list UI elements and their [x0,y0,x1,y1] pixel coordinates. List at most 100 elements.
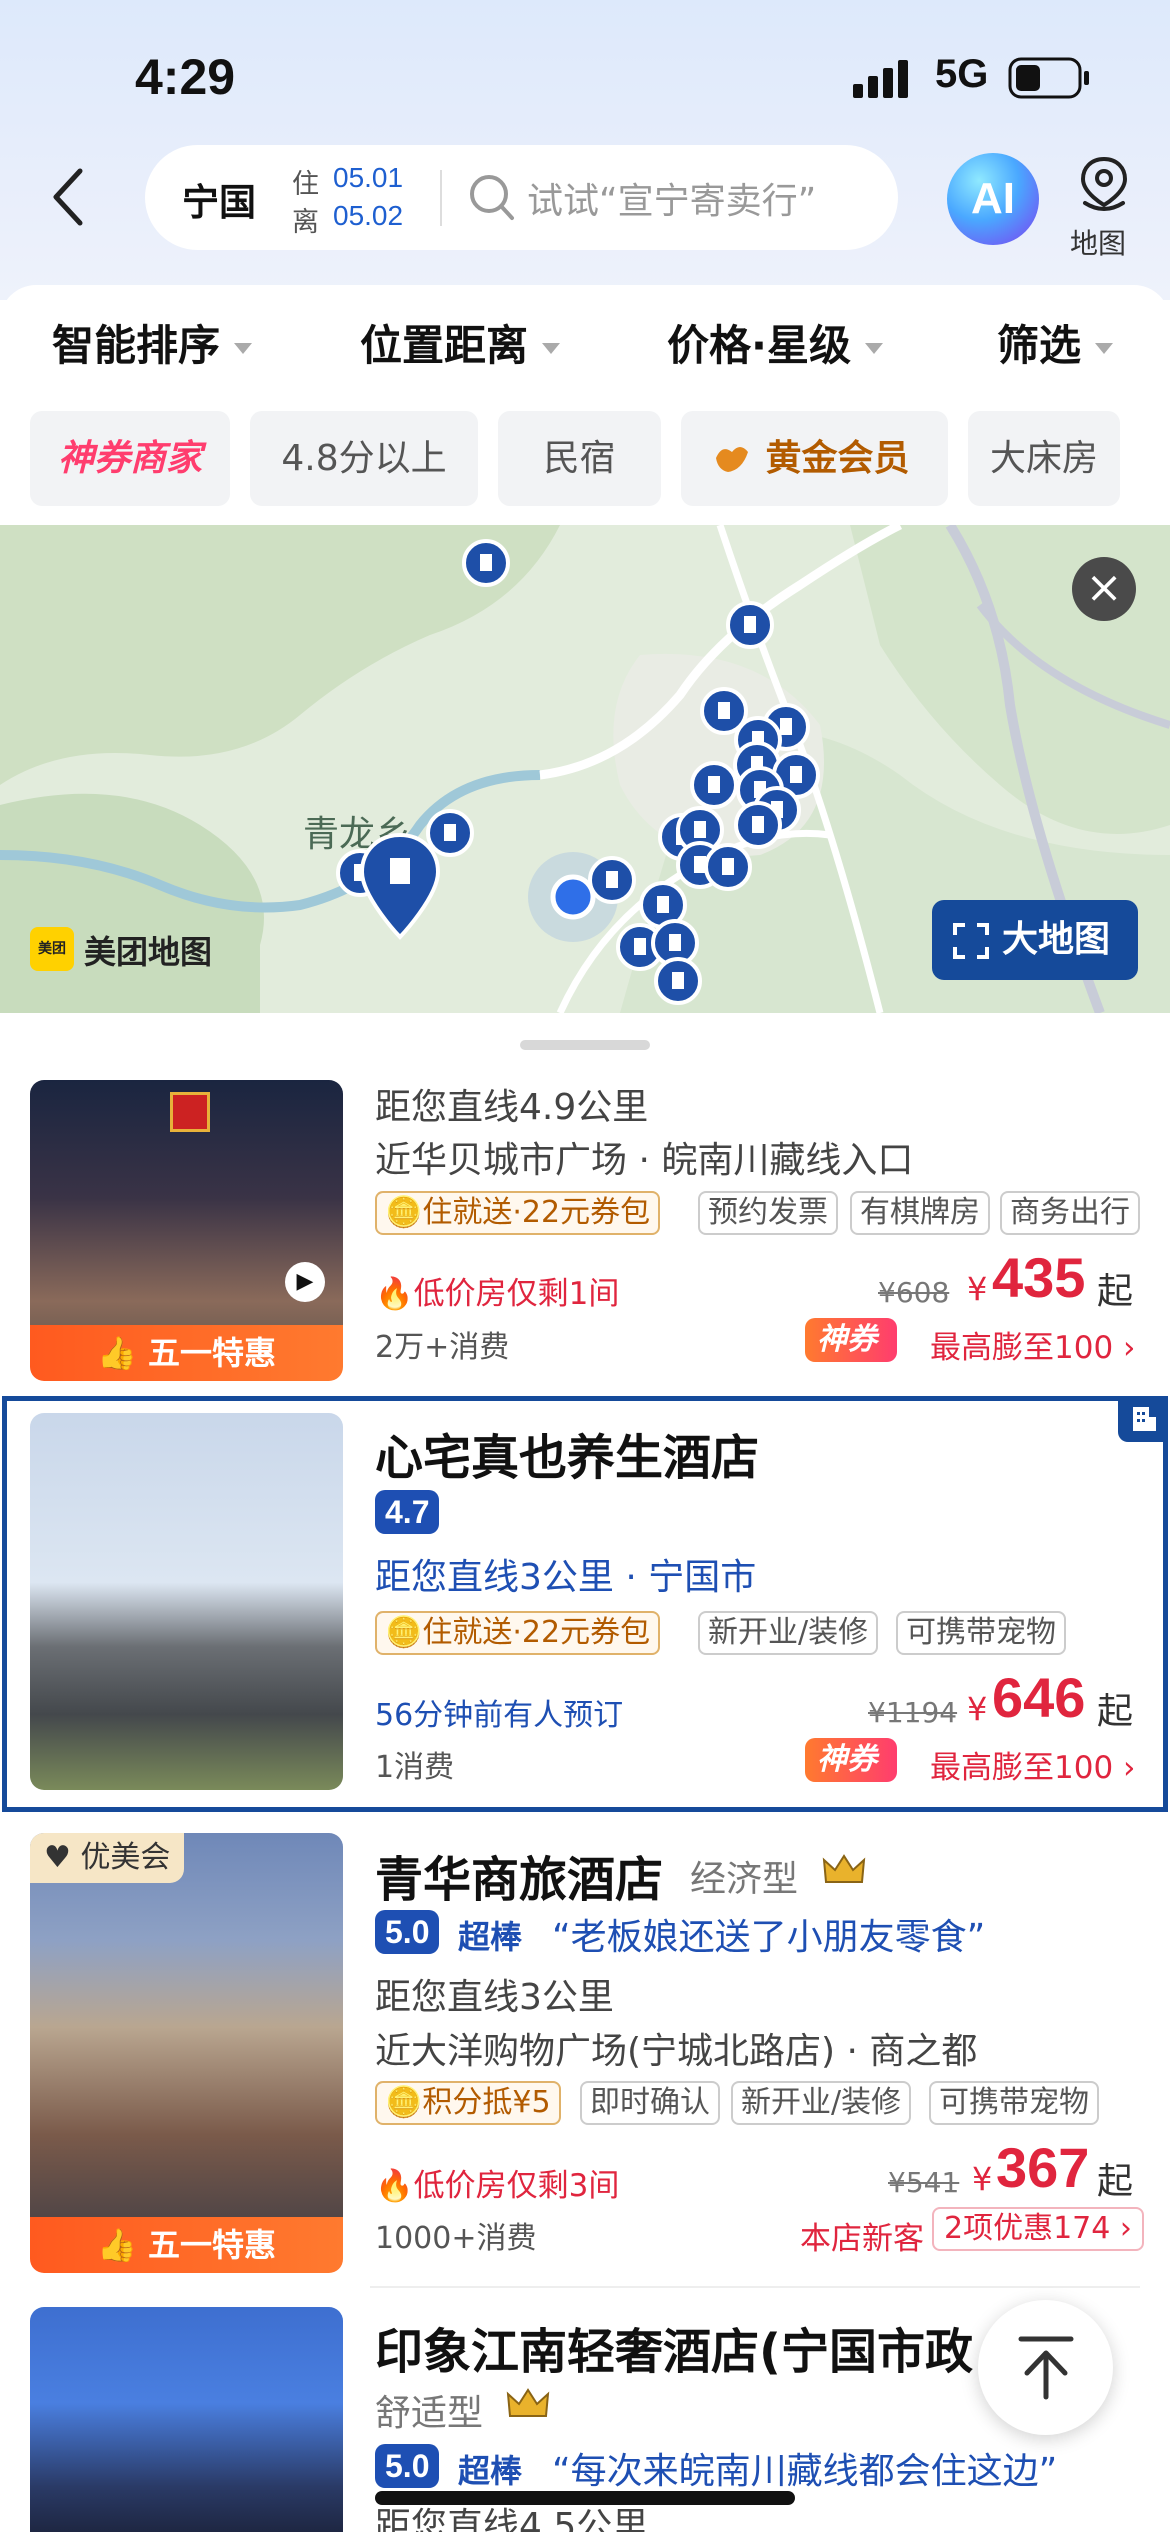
hotel-distance: 距您直线3公里 · 宁国市 [375,1557,757,1598]
checkout-label: 离 [292,207,319,238]
map-view[interactable]: 青龙乡 × 美团 美团地图 大地图 [0,525,1170,1013]
price: 367 [996,2136,1090,2199]
hotel-map-marker[interactable] [690,761,738,809]
hotel-tag: 可携带宠物 [896,1611,1066,1655]
low-stock-notice: 🔥低价房仅剩3间 [375,2168,620,2204]
gift-tag: 🪙积分抵¥5 [375,2081,561,2125]
hotel-map-marker[interactable] [462,539,510,587]
price-from: 起 [1097,1271,1134,1312]
drag-handle[interactable] [520,1040,650,1050]
discount-link[interactable]: 2项优惠174 › [932,2207,1144,2251]
hotel-map-marker[interactable] [734,801,782,849]
recent-booking: 56分钟前有人预订 [375,1698,624,1733]
selected-hotel-marker[interactable] [359,832,441,940]
sales-count: 1000+消费 [375,2221,537,2256]
rating-score: 4.7 [375,1490,440,1534]
search-input[interactable]: 试试“宣宁寄卖行” [527,172,816,224]
city-selector[interactable]: 宁国 [182,172,256,226]
rating-score: 5.0 [375,2444,440,2488]
back-icon[interactable] [48,165,88,229]
hotel-type: 经济型 [690,1859,799,1900]
home-indicator[interactable] [375,2491,795,2505]
price: 646 [992,1666,1086,1729]
rating-score: 5.0 [375,1910,440,1954]
original-price: ¥608 [878,1276,950,1309]
hotel-distance: 距您直线4.9公里 [375,1087,649,1128]
low-stock-notice: 🔥低价房仅剩1间 [375,1276,620,1312]
hotel-thumbnail[interactable] [30,1413,343,1790]
checkout-date[interactable]: 05.02 [333,200,403,232]
map-pin-icon[interactable] [1073,155,1135,217]
coupon-promo-link[interactable]: 最高膨至100 › [930,1742,1135,1787]
hotel-name[interactable]: 青华商旅酒店 [375,1840,663,1910]
currency: ¥ [967,1270,988,1308]
meituan-logo: 美团 [30,927,74,971]
hotel-nearby: 近大洋购物广场(宁城北路店) · 商之都 [375,2031,978,2072]
close-icon[interactable]: × [1072,557,1136,621]
checkin-label: 住 [292,169,319,200]
hotel-tag: 即时确认 [580,2081,720,2125]
map-brand: 美团地图 [84,933,213,971]
hotel-map-marker[interactable] [426,809,474,857]
chip-homestay[interactable]: 民宿 [498,411,661,506]
currency: ¥ [972,2160,993,2198]
hotel-tag: 新开业/装修 [698,1611,879,1655]
chevron-down-icon [864,343,883,354]
chevron-down-icon [234,343,253,354]
play-icon[interactable]: ▶ [285,1262,325,1302]
network-type: 5G [935,52,989,96]
original-price: ¥541 [888,2166,960,2199]
chip-coupon-merchant[interactable]: 神券商家 [30,411,230,506]
member-badge: ♥ 优美会 [30,1833,185,1883]
sort-filter[interactable]: 筛选 [997,312,1114,373]
ai-assistant-button[interactable]: AI [947,153,1039,245]
rating-label: 超棒 [458,1918,523,1956]
chip-king-bed[interactable]: 大床房 [968,411,1120,506]
status-time: 4:29 [135,49,236,105]
hotel-distance: 距您直线3公里 [375,1977,614,2018]
coupon-promo-link[interactable]: 最高膨至100 › [930,1322,1135,1367]
hotel-map-marker[interactable] [726,601,774,649]
sales-count: 2万+消费 [375,1330,510,1365]
hotel-tag: 有棋牌房 [850,1191,990,1235]
hotel-map-marker[interactable] [704,843,752,891]
search-icon [470,175,514,220]
chevron-down-icon [542,343,561,354]
sort-smart[interactable]: 智能排序 [52,312,253,373]
crown-hand-icon [716,447,748,472]
chevron-down-icon [1095,343,1114,354]
review-quote[interactable]: “老板娘还送了小朋友零食” [552,1908,985,1960]
hotel-tag: 预约发票 [698,1191,838,1235]
hotel-tag: 新开业/装修 [731,2081,912,2125]
checkin-date[interactable]: 05.01 [333,162,403,194]
coupon-badge: 神券 [805,1318,897,1362]
rating-label: 超棒 [458,2452,523,2490]
hotel-tag: 商务出行 [1000,1191,1140,1235]
coupon-badge: 神券 [805,1738,897,1782]
gift-tag: 🪙住就送·22元券包 [375,1191,661,1235]
promo-banner: 👍 五一特惠 [30,2217,343,2273]
hotel-nearby: 近华贝城市广场 · 皖南川藏线入口 [375,1140,914,1181]
price-from: 起 [1097,1691,1134,1732]
hotel-tag: 可携带宠物 [929,2081,1099,2125]
chip-rating-4-8[interactable]: 4.8分以上 [250,411,478,506]
currency: ¥ [967,1690,988,1728]
sort-distance[interactable]: 位置距离 [360,312,561,373]
crown-icon [822,1854,866,1883]
divider [370,2286,1140,2288]
new-guest-label: 本店新客 [800,2221,924,2257]
hotel-map-marker[interactable] [588,856,636,904]
hotel-name[interactable]: 印象江南轻奢酒店(宁国市政 [375,2312,995,2382]
gift-tag: 🪙住就送·22元券包 [375,1611,661,1655]
hotel-name[interactable]: 心宅真也养生酒店 [375,1418,759,1488]
hotel-map-marker[interactable] [654,957,702,1005]
map-button-label[interactable]: 地图 [1070,222,1126,262]
price: 435 [992,1246,1086,1309]
sales-count: 1消费 [375,1750,455,1785]
expand-icon [953,923,989,959]
sort-price-star[interactable]: 价格·星级 [667,312,883,373]
review-quote[interactable]: “每次来皖南川藏线都会住这边” [552,2442,1057,2494]
hotel-thumbnail[interactable] [30,2307,343,2532]
promo-banner: 👍 五一特惠 [30,1325,343,1381]
hotel-thumbnail[interactable] [30,1833,343,2265]
